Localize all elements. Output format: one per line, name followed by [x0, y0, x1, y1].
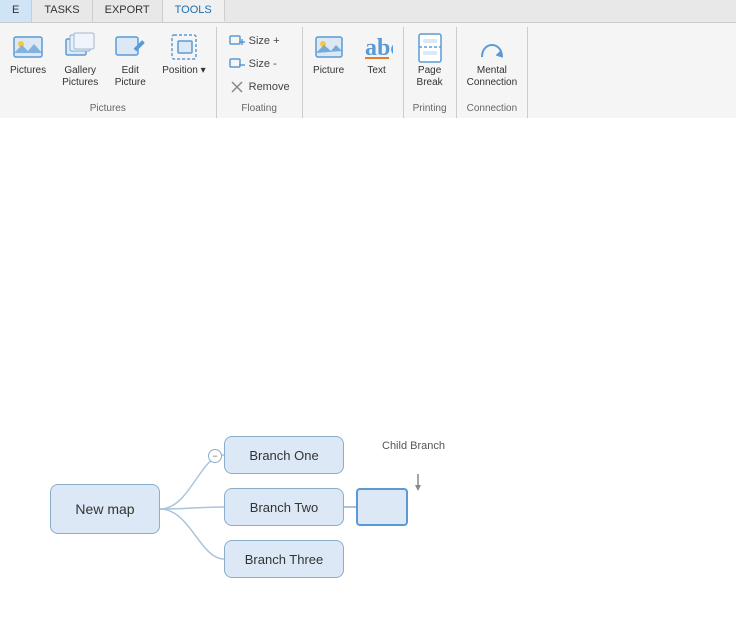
pictures-label: Pictures: [10, 65, 46, 77]
size-minus-button[interactable]: Size -: [225, 54, 281, 74]
mental-connection-icon: [476, 31, 508, 63]
text-icon: abc: [361, 31, 393, 63]
child-branch-tooltip: Child Branch: [382, 440, 445, 452]
pictures-group-label: Pictures: [4, 101, 212, 118]
picture2-label: Picture: [313, 65, 344, 77]
ribbon-group-pictures: Pictures GalleryPictures: [0, 27, 217, 118]
new-branch-box[interactable]: [356, 488, 408, 526]
size-minus-label: Size -: [249, 58, 277, 70]
ribbon: E TASKS EXPORT TOOLS Pictures: [0, 0, 736, 118]
edit-picture-label: EditPicture: [115, 65, 146, 89]
pagebreak-button[interactable]: PageBreak: [408, 27, 452, 93]
branch-one-label: Branch One: [249, 448, 318, 463]
root-node[interactable]: New map: [50, 484, 160, 534]
printing-group-label: Printing: [408, 101, 452, 118]
ribbon-group-floating: Size + Size -: [217, 27, 303, 118]
picture2-icon: [313, 31, 345, 63]
collapse-button[interactable]: −: [208, 449, 222, 463]
position-button[interactable]: Position ▾: [156, 27, 211, 81]
position-label: Position ▾: [162, 65, 205, 77]
tab-e[interactable]: E: [0, 0, 32, 22]
branch-two-label: Branch Two: [250, 500, 318, 515]
remove-label: Remove: [249, 81, 290, 93]
branch-three-node[interactable]: Branch Three: [224, 540, 344, 578]
pagebreak-icon: [414, 31, 446, 63]
edit-picture-button[interactable]: EditPicture: [108, 27, 152, 93]
connector-lines: [0, 118, 736, 638]
mental-connection-label: MentalConnection: [467, 65, 518, 89]
mental-connection-button[interactable]: MentalConnection: [461, 27, 524, 93]
branch-three-label: Branch Three: [245, 552, 324, 567]
size-plus-button[interactable]: Size +: [225, 31, 284, 51]
pictures-button[interactable]: Pictures: [4, 27, 52, 81]
connection-group-label: Connection: [461, 101, 524, 118]
tab-tools[interactable]: TOOLS: [163, 0, 225, 22]
ribbon-group-printing: PageBreak Printing: [404, 27, 457, 118]
pictures-icon: [12, 31, 44, 63]
position-icon: [168, 31, 200, 63]
gallery-button[interactable]: GalleryPictures: [56, 27, 104, 93]
ribbon-tabs: E TASKS EXPORT TOOLS: [0, 0, 736, 23]
branch-two-node[interactable]: Branch Two: [224, 488, 344, 526]
remove-icon: [229, 79, 245, 95]
size-plus-label: Size +: [249, 35, 280, 47]
canvas[interactable]: New map Branch One Branch Two Branch Thr…: [0, 118, 736, 638]
picture2-button[interactable]: Picture: [307, 27, 351, 81]
text-label: Text: [367, 65, 385, 77]
root-label: New map: [75, 501, 134, 517]
tab-export[interactable]: EXPORT: [93, 0, 163, 22]
branch-one-node[interactable]: Branch One: [224, 436, 344, 474]
ribbon-group-connection: MentalConnection Connection: [457, 27, 529, 118]
pagebreak-label: PageBreak: [417, 65, 443, 89]
size-plus-icon: [229, 33, 245, 49]
edit-picture-icon: [114, 31, 146, 63]
remove-button[interactable]: Remove: [225, 77, 294, 97]
ribbon-group-insert: Picture abc Text: [303, 27, 404, 118]
gallery-icon: [64, 31, 96, 63]
text-button[interactable]: abc Text: [355, 27, 399, 81]
size-minus-icon: [229, 56, 245, 72]
gallery-label: GalleryPictures: [62, 65, 98, 89]
floating-group-label: Floating: [221, 101, 298, 118]
tab-tasks[interactable]: TASKS: [32, 0, 92, 22]
